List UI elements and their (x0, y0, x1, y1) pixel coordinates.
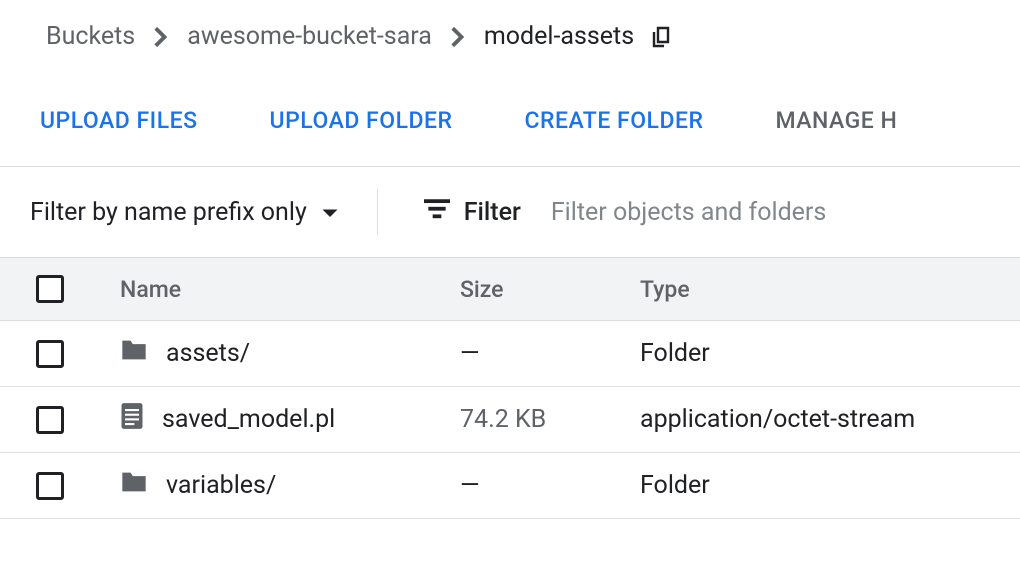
item-size: — (460, 471, 640, 500)
table-header: Name Size Type (0, 257, 1020, 321)
copy-icon[interactable] (650, 25, 674, 49)
chevron-right-icon (446, 25, 470, 49)
folder-icon (120, 338, 148, 369)
item-name[interactable]: variables/ (166, 471, 276, 500)
action-bar: UPLOAD FILES UPLOAD FOLDER CREATE FOLDER… (0, 51, 1020, 134)
item-size: — (460, 339, 640, 368)
table-row[interactable]: assets/ —Folder (0, 321, 1020, 387)
filter-icon (424, 198, 450, 227)
breadcrumb-bucket[interactable]: awesome-bucket-sara (187, 22, 432, 51)
manage-holds-button[interactable]: MANAGE H (775, 107, 897, 134)
item-type: application/octet-stream (640, 405, 1020, 434)
file-icon (120, 402, 144, 437)
create-folder-button[interactable]: CREATE FOLDER (524, 107, 703, 134)
breadcrumb-current: model-assets (484, 22, 634, 51)
upload-files-button[interactable]: UPLOAD FILES (40, 107, 198, 134)
filter-mode-dropdown[interactable]: Filter by name prefix only (30, 198, 377, 227)
chevron-right-icon (149, 25, 173, 49)
filter-mode-label: Filter by name prefix only (30, 198, 307, 227)
item-type: Folder (640, 339, 1020, 368)
row-checkbox[interactable] (36, 340, 64, 368)
filter-label: Filter (464, 198, 521, 227)
item-name[interactable]: saved_model.pl (162, 405, 335, 434)
item-name[interactable]: assets/ (166, 339, 250, 368)
filter-input[interactable] (551, 198, 911, 227)
table-row[interactable]: saved_model.pl 74.2 KBapplication/octet-s… (0, 387, 1020, 453)
column-header-type[interactable]: Type (640, 276, 1020, 303)
row-checkbox[interactable] (36, 472, 64, 500)
column-header-name[interactable]: Name (120, 276, 460, 303)
filter-label-group: Filter (378, 198, 551, 227)
column-header-size[interactable]: Size (460, 276, 640, 303)
folder-icon (120, 470, 148, 501)
caret-down-icon (315, 198, 339, 227)
table-row[interactable]: variables/ —Folder (0, 453, 1020, 519)
item-type: Folder (640, 471, 1020, 500)
upload-folder-button[interactable]: UPLOAD FOLDER (270, 107, 453, 134)
item-size: 74.2 KB (460, 405, 640, 434)
select-all-checkbox[interactable] (36, 275, 64, 303)
filter-bar: Filter by name prefix only Filter (0, 167, 1020, 257)
breadcrumb: Buckets awesome-bucket-sara model-assets (0, 0, 1020, 51)
breadcrumb-root[interactable]: Buckets (46, 22, 135, 51)
row-checkbox[interactable] (36, 406, 64, 434)
